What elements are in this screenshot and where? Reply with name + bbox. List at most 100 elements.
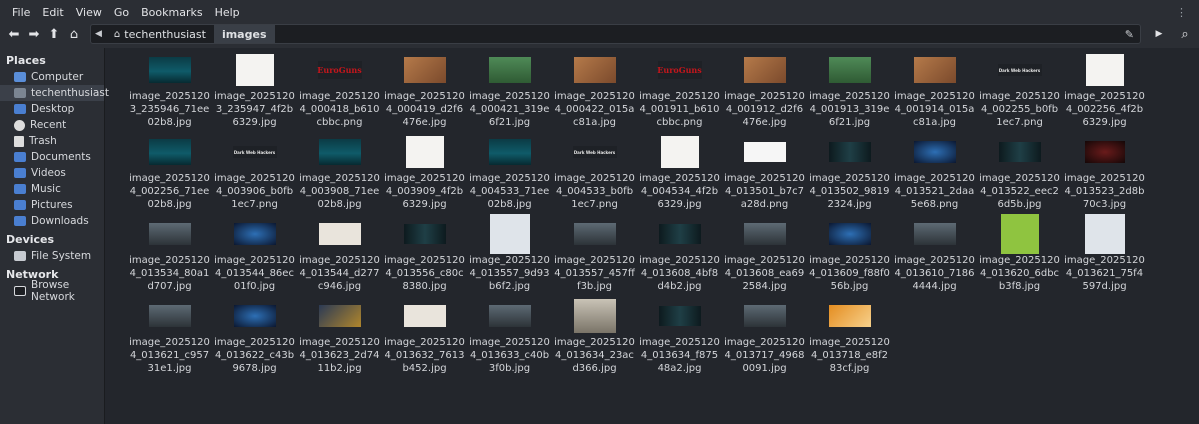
breadcrumb-label: techenthusiast — [124, 27, 206, 41]
file-thumbnail — [1000, 214, 1039, 254]
file-item[interactable]: image_20251204_003909_4f2b6329.jpg — [382, 136, 467, 211]
menu-view[interactable]: View — [70, 6, 108, 19]
file-item[interactable]: image_20251204_003908_71ee02b8.jpg — [297, 136, 382, 211]
file-name: image_20251204_013621_75f4597d.jpg — [1064, 255, 1145, 292]
file-name: image_20251204_013523_2d8b70c3.jpg — [1064, 173, 1145, 210]
network-icon — [14, 286, 26, 296]
file-item[interactable]: image_20251204_013633_c40b3f0b.jpg — [467, 300, 552, 375]
file-item[interactable]: image_20251204_002256_71ee02b8.jpg — [127, 136, 212, 211]
sidebar-item-downloads[interactable]: Downloads — [0, 213, 104, 229]
file-item[interactable]: image_20251204_013556_c80c8380.jpg — [382, 218, 467, 293]
sidebar-item-recent[interactable]: Recent — [0, 117, 104, 133]
file-item[interactable]: image_20251204_000421_319e6f21.jpg — [467, 54, 552, 129]
breadcrumb-item-images[interactable]: images — [213, 25, 275, 43]
file-item[interactable]: image_20251204_013609_f88f056b.jpg — [807, 218, 892, 293]
file-item[interactable]: image_20251204_000422_015ac81a.jpg — [552, 54, 637, 129]
file-item[interactable]: image_20251204_013621_75f4597d.jpg — [1062, 214, 1147, 293]
sidebar-item-videos[interactable]: Videos — [0, 165, 104, 181]
search-icon[interactable]: ⌕ — [1175, 24, 1195, 44]
file-item[interactable]: image_20251204_013522_eec26d5b.jpg — [977, 136, 1062, 211]
sidebar-item-trash[interactable]: Trash — [0, 133, 104, 149]
file-thumbnail — [403, 218, 446, 250]
thumbnail-pistol-image — [488, 57, 531, 83]
file-item[interactable]: image_20251204_013544_d277c946.jpg — [297, 218, 382, 293]
menu-bookmarks[interactable]: Bookmarks — [135, 6, 208, 19]
file-view[interactable]: image_20251203_235946_71ee02b8.jpg image_… — [105, 48, 1199, 424]
sidebar-item-desktop[interactable]: Desktop — [0, 101, 104, 117]
thumbnail-euro-image: EuroGuns — [317, 61, 362, 79]
file-item[interactable]: image_20251204_013502_98192324.jpg — [807, 136, 892, 211]
file-item[interactable]: image_20251204_013623_2d7411b2.jpg — [297, 300, 382, 375]
window-menu-icon[interactable]: ⋮ — [1176, 6, 1187, 19]
file-item[interactable]: image_20251204_013523_2d8b70c3.jpg — [1062, 136, 1147, 211]
file-thumbnail: Dark Web Hackers — [997, 54, 1042, 86]
file-item[interactable]: image_20251204_001913_319e6f21.jpg — [807, 54, 892, 129]
menu-edit[interactable]: Edit — [36, 6, 69, 19]
sidebar-item-techenthusiast[interactable]: techenthusiast — [0, 85, 109, 101]
file-item[interactable]: EuroGuns image_20251204_000418_b610cbbc.p… — [297, 54, 382, 129]
sidebar-item-browse-network[interactable]: Browse Network — [0, 279, 104, 303]
videos-icon — [14, 168, 26, 178]
up-arrow-icon[interactable]: ⬆ — [44, 24, 64, 44]
thumbnail-social-image — [1084, 214, 1125, 254]
menu-bar: File Edit View Go Bookmarks Help ⋮ — [0, 0, 1199, 24]
file-item[interactable]: image_20251204_013718_e8f283cf.jpg — [807, 300, 892, 375]
file-item[interactable]: image_20251204_002256_4f2b6329.jpg — [1062, 54, 1147, 129]
breadcrumb-item-techenthusiast[interactable]: ⌂ techenthusiast — [106, 25, 214, 43]
file-name: image_20251204_001912_d2f6476e.jpg — [724, 91, 805, 128]
file-item[interactable]: image_20251204_001912_d2f6476e.jpg — [722, 54, 807, 129]
file-thumbnail: EuroGuns — [317, 54, 362, 86]
file-item[interactable]: image_20251204_013620_6dbcb3f8.jpg — [977, 214, 1062, 293]
home-icon[interactable]: ⌂ — [64, 24, 84, 44]
sidebar-item-documents[interactable]: Documents — [0, 149, 104, 165]
file-item[interactable]: image_20251204_004534_4f2b6329.jpg — [637, 136, 722, 211]
file-item[interactable]: Dark Web Hackers image_20251204_002255_b0… — [977, 54, 1062, 129]
file-item[interactable]: image_20251204_013632_7613b452.jpg — [382, 300, 467, 375]
forward-arrow-icon[interactable]: ➡ — [24, 24, 44, 44]
file-item[interactable]: image_20251204_000419_d2f6476e.jpg — [382, 54, 467, 129]
sidebar-item-computer[interactable]: Computer — [0, 69, 104, 85]
file-item[interactable]: image_20251204_013544_86ec01f0.jpg — [212, 218, 297, 293]
file-item[interactable]: image_20251204_013621_c95731e1.jpg — [127, 300, 212, 375]
sidebar-item-pictures[interactable]: Pictures — [0, 197, 104, 213]
breadcrumb-left-arrow-icon[interactable]: ◀ — [91, 29, 106, 39]
sidebar-heading-places: Places — [6, 54, 46, 67]
file-name: image_20251204_013534_80a1d707.jpg — [129, 255, 210, 292]
sidebar-item-label: Downloads — [31, 215, 89, 227]
file-item[interactable]: image_20251204_013557_457fff3b.jpg — [552, 218, 637, 293]
file-item[interactable]: image_20251204_013634_f87548a2.jpg — [637, 300, 722, 375]
file-item[interactable]: image_20251204_013557_9d93b6f2.jpg — [467, 214, 552, 293]
file-name: image_20251204_013634_23acd366.jpg — [554, 337, 635, 374]
file-item[interactable]: image_20251204_013521_2daa5e68.png — [892, 136, 977, 211]
file-thumbnail — [913, 54, 956, 86]
file-thumbnail: Dark Web Hackers — [572, 136, 617, 168]
file-item[interactable]: image_20251204_013608_ea692584.jpg — [722, 218, 807, 293]
menu-help[interactable]: Help — [209, 6, 246, 19]
file-item[interactable]: image_20251204_013634_23acd366.jpg — [552, 299, 637, 375]
file-item[interactable]: image_20251204_013622_c43b9678.jpg — [212, 300, 297, 375]
thumbnail-stats-image — [403, 305, 446, 327]
file-item[interactable]: image_20251203_235946_71ee02b8.jpg — [127, 54, 212, 129]
file-item[interactable]: Dark Web Hackers image_20251204_003906_b0… — [212, 136, 297, 211]
file-item[interactable]: image_20251204_013608_4bf8d4b2.jpg — [637, 218, 722, 293]
file-item[interactable]: EuroGuns image_20251204_001911_b610cbbc.p… — [637, 54, 722, 129]
breadcrumb-right-arrow-icon[interactable]: ▶ — [1149, 24, 1169, 44]
file-item[interactable]: Dark Web Hackers image_20251204_004533_b0… — [552, 136, 637, 211]
menu-go[interactable]: Go — [108, 6, 135, 19]
thumbnail-pistol-image — [828, 57, 871, 83]
documents-icon — [14, 152, 26, 162]
file-item[interactable]: image_20251204_013534_80a1d707.jpg — [127, 218, 212, 293]
recent-icon — [14, 119, 25, 131]
thumbnail-social-image — [489, 214, 530, 254]
sidebar-item-music[interactable]: Music — [0, 181, 104, 197]
menu-file[interactable]: File — [6, 6, 36, 19]
file-item[interactable]: image_20251204_013717_49680091.jpg — [722, 300, 807, 375]
file-item[interactable]: image_20251204_013501_b7c7a28d.png — [722, 136, 807, 211]
file-item[interactable]: image_20251204_013610_71864444.jpg — [892, 218, 977, 293]
back-arrow-icon[interactable]: ⬅ — [4, 24, 24, 44]
sidebar-item-file-system[interactable]: File System — [0, 248, 104, 264]
file-item[interactable]: image_20251203_235947_4f2b6329.jpg — [212, 54, 297, 129]
edit-location-icon[interactable]: ✎ — [1125, 28, 1134, 41]
file-item[interactable]: image_20251204_004533_71ee02b8.jpg — [467, 136, 552, 211]
file-item[interactable]: image_20251204_001914_015ac81a.jpg — [892, 54, 977, 129]
